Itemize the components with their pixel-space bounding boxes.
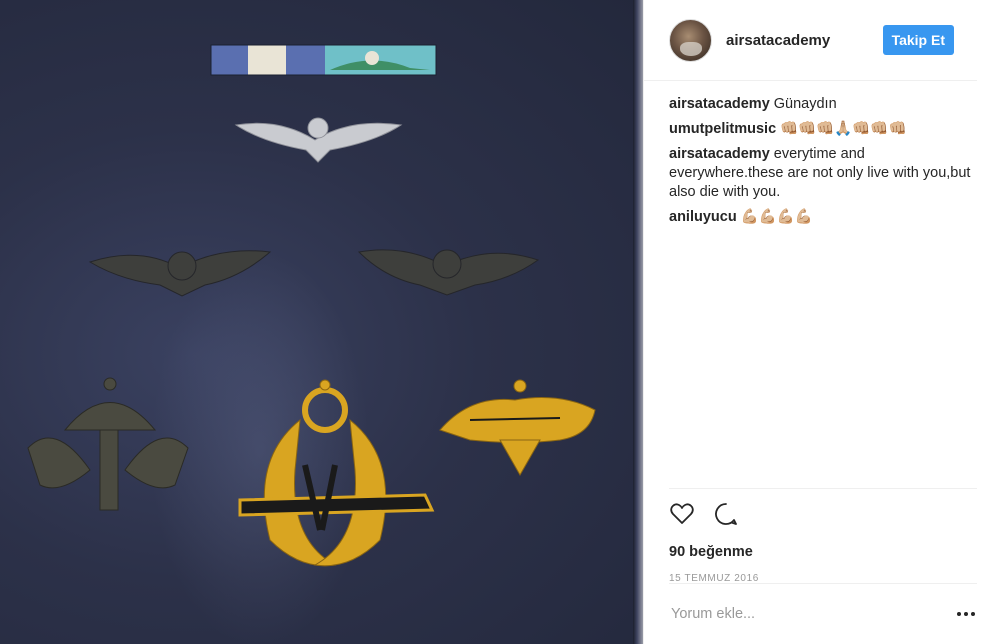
likes-count[interactable]: 90 beğenme [669,544,977,560]
gold-diver-badge [439,379,596,477]
post-panel: airsatacademy Takip Et airsatacademy Güna… [643,0,1000,644]
action-icons [669,501,977,527]
post-modal: airsatacademy Takip Et airsatacademy Güna… [0,0,1000,644]
dot [971,612,975,616]
comment-author[interactable]: aniluyucu [669,209,737,225]
comment-author[interactable]: umutpelitmusic [669,121,776,137]
post-actions: 90 beğenme 15 TEMMUZ 2016 [669,488,977,584]
post-header: airsatacademy Takip Et [644,0,977,81]
comment-item: airsatacademy everytime and everywhere.th… [669,145,977,202]
ribbon-bar [210,44,437,76]
dot [964,612,968,616]
comment-text: Günaydın [773,96,837,112]
dark-wings-badge-left [88,250,272,297]
comment-author[interactable]: airsatacademy [669,96,770,112]
comments-list: airsatacademy Günaydın umutpelitmusic 👊🏼👊🏼… [644,81,1000,489]
ellipsis-icon[interactable] [955,604,977,624]
comment-text: 👊🏼👊🏼👊🏼🙏🏼👊🏼👊🏼👊🏼 [780,121,907,137]
dark-wings-badge-right [357,249,540,296]
avatar-icon[interactable] [669,18,712,62]
badges-illustration [27,44,596,567]
username-link[interactable]: airsatacademy [726,32,883,49]
comment-text: 💪🏼💪🏼💪🏼💪🏼 [740,209,813,225]
comment-item: umutpelitmusic 👊🏼👊🏼👊🏼🙏🏼👊🏼👊🏼👊🏼 [669,120,977,139]
parachute-badge [27,377,189,511]
post-photo[interactable] [0,0,643,644]
add-comment-bar [669,583,977,644]
comment-item: airsatacademy Günaydın [669,95,977,114]
comment-icon[interactable] [713,501,739,527]
frame-edge [633,0,643,644]
comment-input[interactable] [669,606,955,622]
heart-icon[interactable] [669,501,695,527]
follow-button[interactable]: Takip Et [882,25,954,55]
comment-item: aniluyucu 💪🏼💪🏼💪🏼💪🏼 [669,208,977,227]
gold-wreath-badge [238,379,435,567]
dot [957,612,961,616]
comment-author[interactable]: airsatacademy [669,146,770,162]
silver-wings-badge [234,117,403,163]
